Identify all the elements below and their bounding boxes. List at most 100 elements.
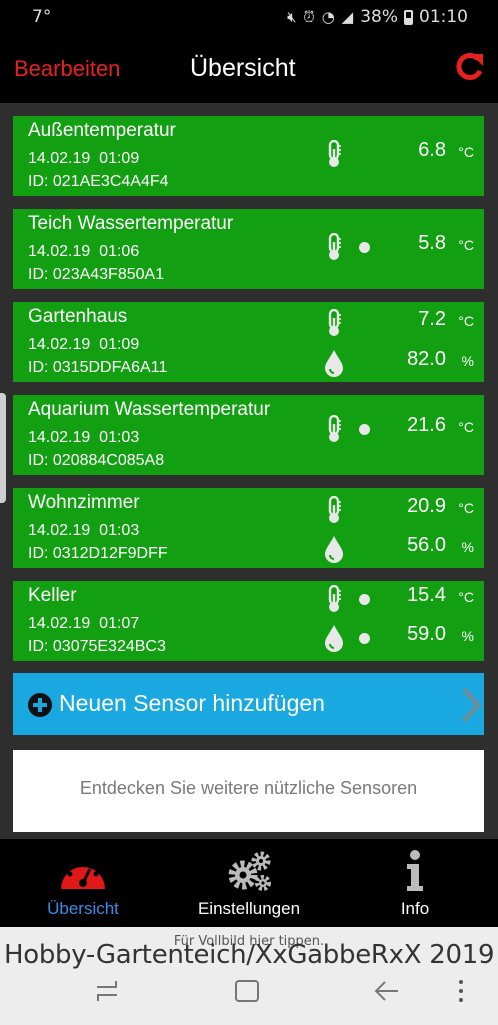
sensor-id: ID: 03075E324BC3 xyxy=(28,638,166,655)
watermark: Hobby-Gartenteich/XxGabbeRxX 2019 xyxy=(4,940,495,970)
status-temperature: 7° xyxy=(32,7,52,27)
reading-unit: °C xyxy=(458,144,474,160)
sensor-name: Keller xyxy=(28,585,77,606)
reading-value: 59.0 xyxy=(407,623,446,645)
thermometer-icon xyxy=(328,496,341,523)
chevron-right-icon xyxy=(462,687,482,723)
gears-icon xyxy=(228,851,271,891)
humidity-drop-icon xyxy=(325,625,343,652)
temperature-reading: 21.6 °C xyxy=(324,412,484,444)
battery-icon xyxy=(404,9,413,25)
alarm-icon: ⏰︎ xyxy=(303,8,316,26)
sensor-timestamp: 14.02.19 01:09 xyxy=(28,336,140,353)
humidity-reading: 59.0% xyxy=(324,621,484,653)
sensor-timestamp: 14.02.19 01:03 xyxy=(28,429,140,446)
tab-overview-label: Übersicht xyxy=(47,899,119,918)
thermometer-icon xyxy=(328,415,341,442)
status-dot xyxy=(359,594,370,605)
bottom-tab-bar: Übersicht Einstellungen Info xyxy=(0,839,498,927)
discover-sensors-banner[interactable]: Entdecken Sie weitere nützliche Sensoren xyxy=(13,750,484,832)
sensor-id: ID: 023A43F850A1 xyxy=(28,266,165,283)
status-dot xyxy=(359,633,370,644)
signal-icon: ◢ xyxy=(341,8,355,26)
humidity-drop-icon xyxy=(325,536,343,563)
reading-unit: °C xyxy=(458,313,474,329)
home-icon[interactable] xyxy=(232,977,262,1005)
edit-button[interactable]: Bearbeiten xyxy=(14,56,120,82)
reading-value: 15.4 xyxy=(407,584,446,606)
thermometer-icon xyxy=(328,309,341,336)
wifi-icon: ◔ xyxy=(321,8,336,26)
reading-value: 56.0 xyxy=(407,534,446,556)
sensor-card[interactable]: Wohnzimmer 14.02.19 01:03 ID: 0312D12F9DFF… xyxy=(13,488,484,568)
status-bar: 7° 🔇︎ ⏰︎ ◔ ◢ 38% 01:10 xyxy=(0,0,498,36)
sensor-timestamp: 14.02.19 01:09 xyxy=(28,150,140,167)
sensor-card[interactable]: Aquarium Wassertemperatur 14.02.19 01:03 I… xyxy=(13,395,484,475)
thermometer-icon xyxy=(328,233,341,260)
status-dot xyxy=(359,242,370,253)
sensor-name: Gartenhaus xyxy=(28,306,128,327)
reading-unit: °C xyxy=(458,237,474,253)
discover-label: Entdecken Sie weitere nützliche Sensoren xyxy=(79,778,418,798)
tab-info[interactable]: Info xyxy=(332,839,498,927)
reading-value: 7.2 xyxy=(418,308,446,330)
sensor-card[interactable]: Teich Wassertemperatur 14.02.19 01:06 ID: … xyxy=(13,209,484,289)
app-header: Bearbeiten Übersicht xyxy=(0,36,498,103)
info-icon xyxy=(407,850,423,891)
temperature-reading: 7.2 °C xyxy=(324,306,484,338)
sensor-card[interactable]: Gartenhaus 14.02.19 01:09 ID: 0315DDFA6A11… xyxy=(13,302,484,382)
battery-percent: 38% xyxy=(360,7,398,27)
temperature-reading: 5.8 °C xyxy=(324,230,484,262)
reading-value: 5.8 xyxy=(418,232,446,254)
reading-unit: °C xyxy=(458,419,474,435)
sensor-id: ID: 020884C085A8 xyxy=(28,452,165,469)
sensor-name: Außentemperatur xyxy=(28,120,176,141)
sensor-name: Teich Wassertemperatur xyxy=(28,213,234,234)
tab-settings-label: Einstellungen xyxy=(197,899,301,918)
back-icon[interactable] xyxy=(372,977,402,1005)
add-sensor-button[interactable]: Neuen Sensor hinzufügen xyxy=(13,673,484,735)
reading-value: 20.9 xyxy=(407,495,446,517)
status-right: 🔇︎ ⏰︎ ◔ ◢ 38% 01:10 xyxy=(287,7,468,27)
status-time: 01:10 xyxy=(419,7,468,27)
tab-overview[interactable]: Übersicht xyxy=(0,839,166,927)
gauge-icon xyxy=(61,856,105,889)
reading-value: 21.6 xyxy=(407,414,446,436)
status-icons: 🔇︎ ⏰︎ ◔ ◢ xyxy=(287,8,354,26)
page-title: Übersicht xyxy=(190,54,296,82)
plus-circle-icon xyxy=(28,693,52,717)
add-sensor-label: Neuen Sensor hinzufügen xyxy=(59,690,325,716)
temperature-reading: 15.4 °C xyxy=(324,582,484,614)
thermometer-icon xyxy=(328,140,341,167)
reading-unit: °C xyxy=(458,500,474,516)
sensor-id: ID: 0315DDFA6A11 xyxy=(28,359,168,376)
humidity-reading: 56.0% xyxy=(324,532,484,564)
sensor-name: Aquarium Wassertemperatur xyxy=(28,399,271,420)
recents-icon[interactable] xyxy=(92,977,122,1005)
reading-value: 82.0 xyxy=(407,348,446,370)
temperature-reading: 6.8 °C xyxy=(324,137,484,169)
sensor-id: ID: 021AE3C4A4F4 xyxy=(28,173,169,190)
sensor-timestamp: 14.02.19 01:03 xyxy=(28,522,140,539)
tab-info-label: Info xyxy=(400,899,430,918)
sensor-card[interactable]: Keller 14.02.19 01:07 ID: 03075E324BC3 15.4… xyxy=(13,581,484,661)
more-icon[interactable] xyxy=(446,977,476,1005)
reading-unit: % xyxy=(461,628,474,644)
sensor-card[interactable]: Außentemperatur 14.02.19 01:09 ID: 021AE3C… xyxy=(13,116,484,196)
thermometer-icon xyxy=(328,585,341,612)
humidity-drop-icon xyxy=(325,350,343,377)
sensor-name: Wohnzimmer xyxy=(28,492,140,513)
refresh-icon[interactable] xyxy=(454,50,484,84)
temperature-reading: 20.9 °C xyxy=(324,493,484,525)
sensor-timestamp: 14.02.19 01:06 xyxy=(28,243,140,260)
reading-unit: % xyxy=(461,353,474,369)
tab-settings[interactable]: Einstellungen xyxy=(166,839,332,927)
reading-unit: °C xyxy=(458,589,474,605)
sensor-id: ID: 0312D12F9DFF xyxy=(28,545,168,562)
humidity-reading: 82.0% xyxy=(324,346,484,378)
mute-icon: 🔇︎ xyxy=(287,8,298,26)
sensor-timestamp: 14.02.19 01:07 xyxy=(28,615,140,632)
reading-value: 6.8 xyxy=(418,139,446,161)
scroll-handle[interactable] xyxy=(0,393,6,503)
sensor-list[interactable]: Außentemperatur 14.02.19 01:09 ID: 021AE3C… xyxy=(0,103,498,839)
